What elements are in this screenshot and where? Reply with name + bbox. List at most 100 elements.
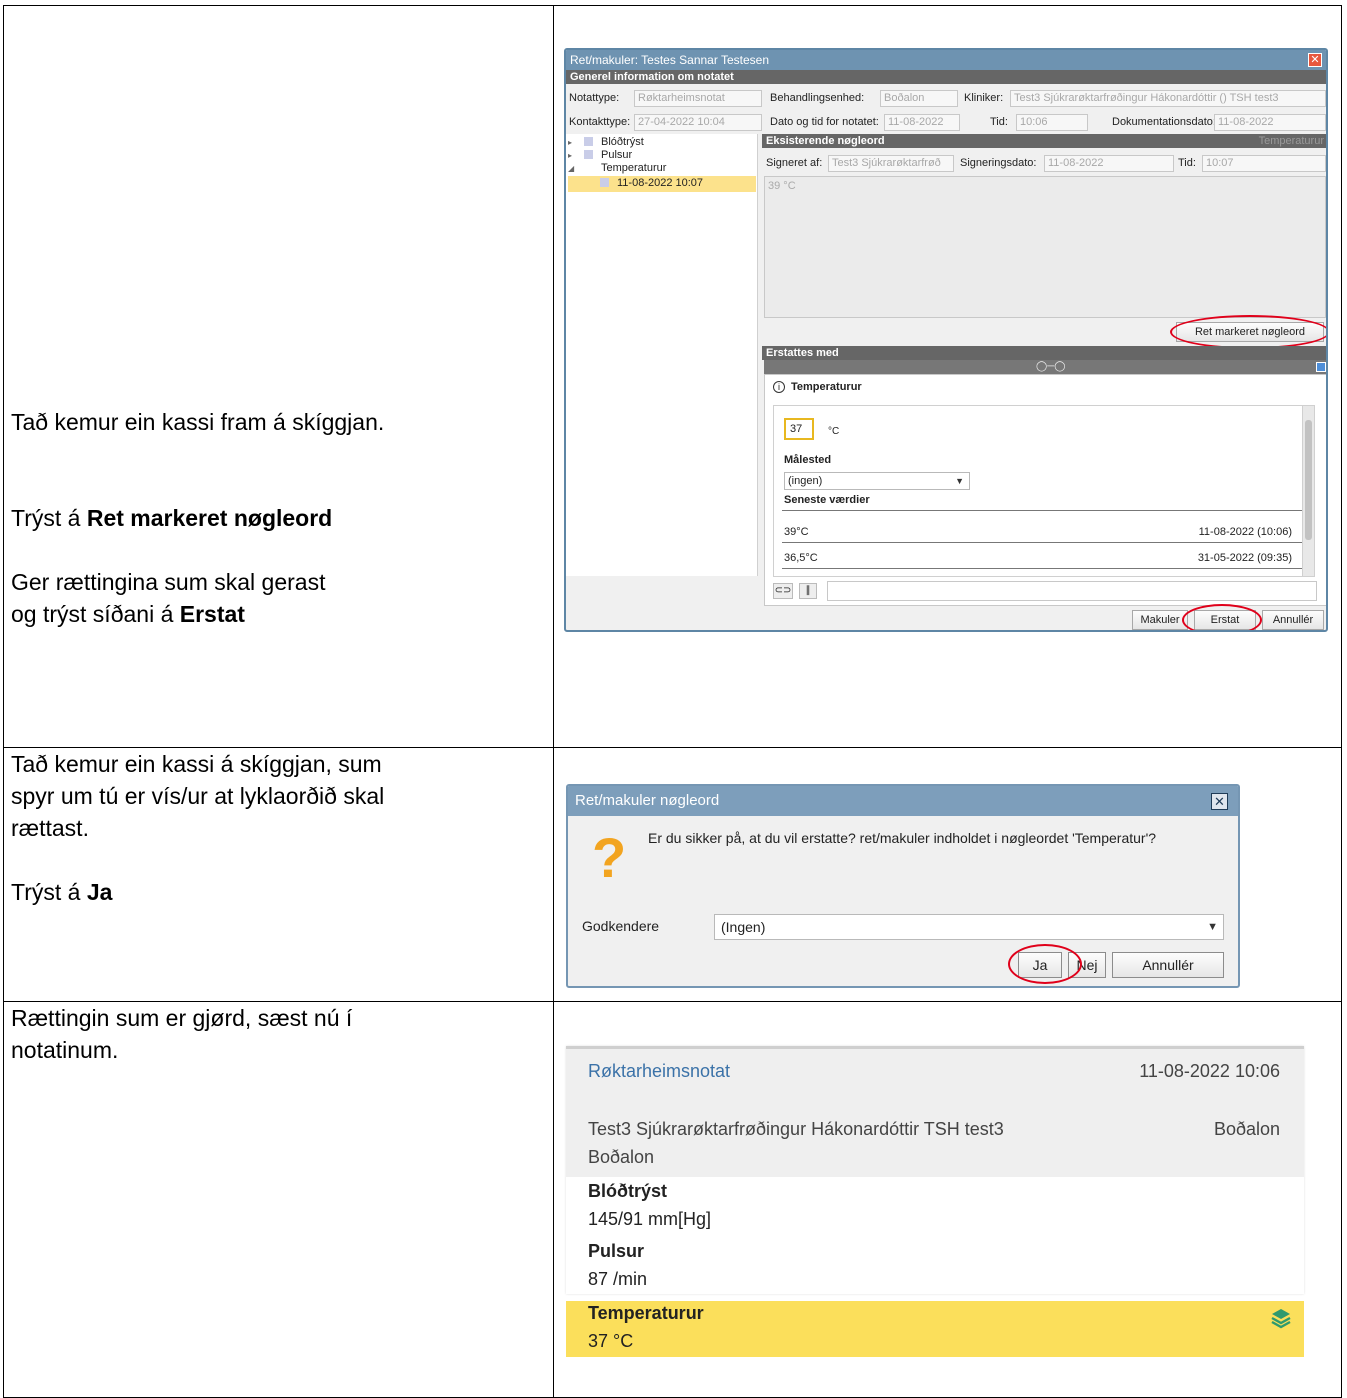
instruction-cell: Tað kemur ein kassi fram á skíggjan. Trý… [3,5,554,748]
instruction-bold: Ja [86,879,113,905]
keyword-label: Temperaturur [588,1303,704,1323]
highlighted-keyword-row[interactable]: Temperaturur 37 °C [566,1301,1304,1357]
section-existing-header: Eksisterende nøgleord Temperaturur [762,134,1326,148]
instruction-cell: Rættingin sum er gjørd, sæst nú í notati… [3,1001,554,1398]
signeret-label: Signeret af: [766,157,823,169]
expand-arrow-icon[interactable]: ▸ [568,151,584,160]
keyword-icon [584,163,593,172]
signdato-label: Signeringsdato: [960,157,1037,169]
instruction-text: Tað kemur ein kassi á skíggjan, sum spyr… [4,748,553,908]
collapse-arrow-icon[interactable]: ◢ [568,164,584,173]
dato-label: Dato og tid for notatet: [770,116,879,128]
dokdato-field: 11-08-2022 [1214,114,1326,131]
scrollbar-thumb[interactable] [1305,420,1312,540]
instruction-bold: Erstat [179,601,245,627]
note-card: Røktarheimsnotat 11-08-2022 10:06 Test3 … [566,1046,1304,1357]
signdato-field: 11-08-2022 [1044,155,1174,172]
history-value: 36,5°C [784,552,818,564]
tree-node-entry[interactable]: 11-08-2022 10:07 [600,177,703,189]
layers-icon[interactable] [1270,1307,1292,1329]
annuller-button[interactable]: Annullér [1262,610,1324,630]
instruction-table: Tað kemur ein kassi fram á skíggjan. Trý… [3,5,1342,1398]
instruction-line: Tað kemur ein kassi á skíggjan, sum [11,751,382,777]
kliniker-label: Kliniker: [964,92,1004,104]
kontakttype-label: Kontakttype: [569,116,631,128]
dato-field: 11-08-2022 [884,114,960,131]
splitter-bar[interactable]: ◯─◯ [764,360,1326,374]
instruction-bold: Ret markeret nøgleord [86,505,333,531]
instruction-line: Trýst á Ret markeret nøgleord [11,502,384,534]
history-value: 39°C [784,526,809,538]
table-row: Rættingin sum er gjørd, sæst nú í notati… [3,1001,1342,1398]
tid-label: Tid: [990,116,1008,128]
section-title: Erstattes med [766,347,839,359]
instruction-cell: Tað kemur ein kassi á skíggjan, sum spyr… [3,747,554,1002]
comment-input[interactable] [827,581,1317,601]
annuller-button[interactable]: Annullér [1112,952,1224,978]
table-row: Tað kemur ein kassi á skíggjan, sum spyr… [3,747,1342,1002]
instruction-line: rættast. [11,815,89,841]
keyword-icon [584,137,593,146]
tree-node-temperaturur[interactable]: ◢ Temperaturur [568,162,666,174]
close-icon[interactable]: ✕ [1211,793,1228,810]
instruction-prefix: Trýst á [11,505,87,531]
kliniker-field: Test3 Sjúkrarøktarfrøðingur Hákonardótti… [1010,90,1326,107]
erstat-button[interactable]: Erstat [1194,610,1256,630]
close-icon[interactable]: ✕ [1308,53,1322,67]
dialog-title: Ret/makuler: Testes Sannar Testesen [570,53,769,67]
ret-markeret-nogleord-button[interactable]: Ret markeret nøgleord [1176,322,1324,342]
question-icon: ? [592,826,627,889]
splitter-handle-icon[interactable]: ◯─◯ [1036,362,1065,372]
tree-node-blodtryst[interactable]: ▸ Blóðtrýst [568,136,644,148]
keyword-title: Temperaturur [791,381,862,393]
dropdown-arrow-icon: ▼ [1207,921,1218,933]
makuler-button[interactable]: Makuler [1132,610,1188,630]
godkendere-label: Godkendere [582,918,660,934]
malested-select[interactable]: (ingen) ▼ [784,472,970,490]
malested-value: (ingen) [788,475,823,487]
paperclip-icon[interactable]: ∥ [799,583,817,599]
ja-button[interactable]: Ja [1018,952,1062,978]
behandlingsenhed-field: Boðalon [880,90,958,107]
instruction-line: spyr um tú er vís/ur at lyklaorðið skal [11,783,385,809]
instruction-line: Rættingin sum er gjørd, sæst nú í [11,1005,353,1031]
godkendere-select[interactable]: (Ingen) ▼ [714,914,1224,940]
section-keyword: Temperaturur [1258,135,1324,147]
instruction-prefix: og trýst síðani á [11,601,180,627]
attachment-bar: ⊂⊃ ∥ [773,581,1319,603]
kontakttype-field: 27-04-2022 10:04 [634,114,762,131]
instruction-line: Trýst á Ja [11,876,553,908]
keyword-value: 145/91 mm[Hg] [588,1209,712,1229]
instruction-line: Tað kemur ein kassi fram á skíggjan. [11,409,385,435]
tid-field: 10:06 [1016,114,1088,131]
nej-button[interactable]: Nej [1068,952,1106,978]
temperature-input[interactable]: 37 [784,418,814,440]
note-type-link[interactable]: Røktarheimsnotat [588,1061,730,1082]
info-icon: i [773,381,785,393]
dialog-title: Ret/makuler nøgleord [575,792,720,809]
dialog-titlebar: Ret/makuler: Testes Sannar Testesen ✕ [566,50,1326,70]
note-unit-secondary: Boðalon [588,1147,655,1167]
instruction-line: Ger rættingina sum skal gerast [11,569,326,595]
notattype-label: Notattype: [569,92,620,104]
expand-arrow-icon[interactable]: ▸ [568,138,584,147]
table-row: Tað kemur ein kassi fram á skíggjan. Trý… [3,5,1342,748]
tree-node-label: Temperaturur [601,162,667,174]
link-icon[interactable]: ⊂⊃ [773,583,793,599]
tree-node-label: Blóðtrýst [601,136,644,148]
confirm-dialog: Ret/makuler nøgleord ✕ ? Er du sikker på… [566,784,1240,988]
signtid-label: Tid: [1178,157,1196,169]
keyword-heading: i Temperaturur [773,381,862,393]
maximize-icon[interactable] [1316,362,1326,372]
scrollbar[interactable] [1302,406,1314,576]
keyword-value: 87 /min [588,1269,648,1289]
instruction-line: notatinum. [11,1037,119,1063]
tree-node-pulsur[interactable]: ▸ Pulsur [568,149,632,161]
temperature-unit: °C [828,426,840,437]
seneste-label: Seneste værdier [784,494,870,506]
section-replace-header: Erstattes med [762,346,1326,360]
behandlingsenhed-label: Behandlingsenhed: [770,92,865,104]
screenshot-cell: Ret/makuler: Testes Sannar Testesen ✕ Ge… [553,5,1342,748]
instruction-line: og trýst síðani á Erstat [11,598,384,630]
keyword-form: 37 °C Målested (ingen) ▼ Seneste værdier … [773,405,1315,577]
